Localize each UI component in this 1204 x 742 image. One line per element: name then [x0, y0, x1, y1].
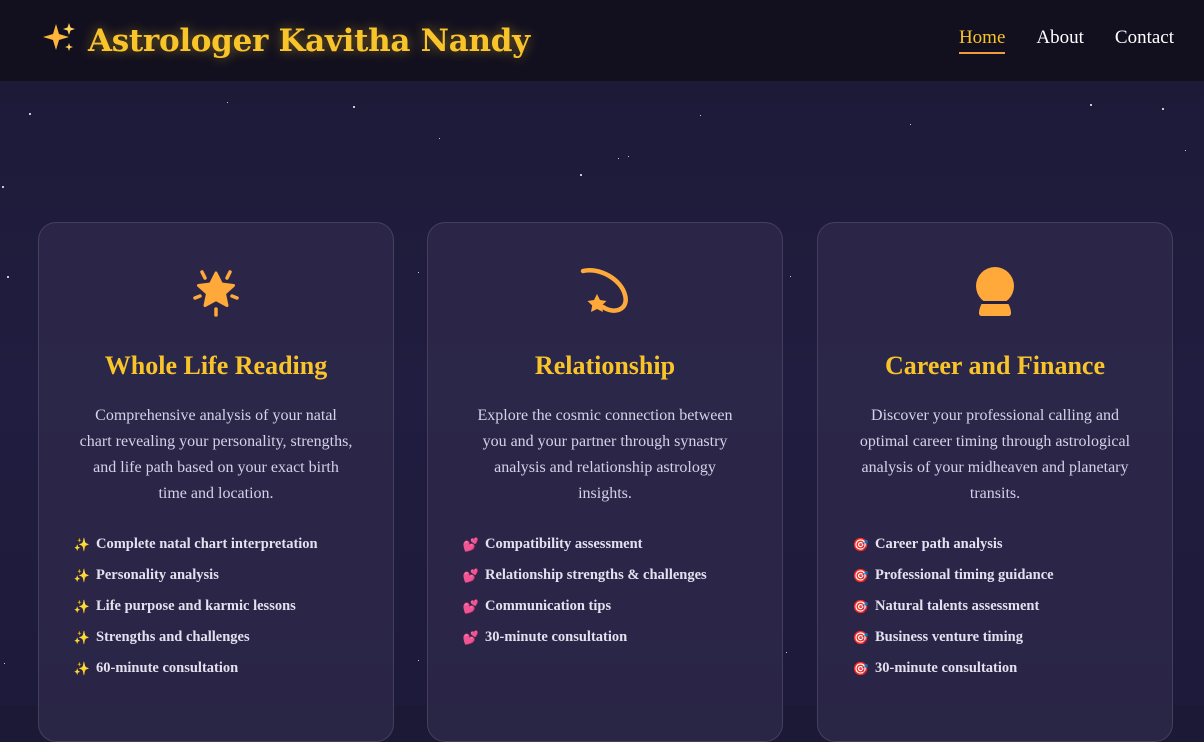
feature-list: 🎯 Career path analysis 🎯 Professional timi…: [852, 529, 1152, 684]
list-item: 💕 30-minute consultation: [462, 629, 628, 645]
card-title: Career and Finance: [884, 351, 1106, 380]
list-item: 🎯 Professional timing guidance: [852, 567, 1054, 583]
service-card-career: Career and Finance Discover your profess…: [817, 222, 1173, 742]
target-icon: 🎯: [852, 660, 870, 676]
list-item: 🎯 Natural talents assessment: [852, 598, 1040, 614]
card-title: Relationship: [534, 351, 676, 380]
sparkles-icon: [42, 21, 76, 60]
list-item: 🎯 Career path analysis: [852, 536, 1003, 552]
sparkles-icon: ✨: [73, 567, 91, 583]
list-item: 💕 Communication tips: [462, 598, 612, 614]
target-icon: 🎯: [852, 629, 870, 645]
card-description: Discover your professional calling and o…: [859, 407, 1131, 502]
card-description: Comprehensive analysis of your natal cha…: [79, 407, 353, 502]
nav-home-link[interactable]: Home: [958, 27, 1006, 54]
service-card-whole-life: Whole Life Reading Comprehensive analysi…: [38, 222, 394, 742]
sparkles-icon: ✨: [73, 536, 91, 552]
list-item: 🎯 30-minute consultation: [852, 660, 1018, 676]
site-header: Astrologer Kavitha Nandy Home About Cont…: [0, 0, 1204, 81]
target-icon: 🎯: [852, 598, 870, 614]
service-card-relationship: Relationship Explore the cosmic connecti…: [427, 222, 783, 742]
feature-list: 💕 Compatibility assessment 💕 Relationship …: [462, 529, 762, 653]
target-icon: 🎯: [852, 567, 870, 583]
list-item: ✨ Personality analysis: [73, 567, 219, 583]
shooting-star-icon: [577, 263, 633, 323]
sparkles-icon: ✨: [73, 598, 91, 614]
two-hearts-icon: 💕: [462, 536, 480, 552]
nav-about-link[interactable]: About: [1036, 27, 1084, 54]
list-item: ✨ Strengths and challenges: [73, 629, 250, 645]
sparkles-icon: ✨: [73, 629, 91, 645]
list-item: 💕 Compatibility assessment: [462, 536, 643, 552]
two-hearts-icon: 💕: [462, 567, 480, 583]
card-description: Explore the cosmic connection between yo…: [477, 407, 733, 502]
list-item: 🎯 Business venture timing: [852, 629, 1023, 645]
list-item: ✨ 60-minute consultation: [73, 660, 239, 676]
two-hearts-icon: 💕: [462, 598, 480, 614]
target-icon: 🎯: [852, 536, 870, 552]
list-item: 💕 Relationship strengths & challenges: [462, 567, 707, 583]
brand[interactable]: Astrologer Kavitha Nandy: [42, 21, 530, 60]
nav-contact-link[interactable]: Contact: [1115, 27, 1174, 54]
sparkles-icon: ✨: [73, 660, 91, 676]
two-hearts-icon: 💕: [462, 629, 480, 645]
brand-name: Astrologer Kavitha Nandy: [88, 22, 530, 59]
main-nav: Home About Contact: [958, 27, 1174, 54]
list-item: ✨ Life purpose and karmic lessons: [73, 598, 296, 614]
glowing-star-icon: [190, 264, 242, 322]
feature-list: ✨ Complete natal chart interpretation ✨ Pe…: [73, 529, 373, 684]
card-title: Whole Life Reading: [104, 351, 328, 380]
list-item: ✨ Complete natal chart interpretation: [73, 536, 318, 552]
crystal-ball-icon: [973, 265, 1017, 321]
